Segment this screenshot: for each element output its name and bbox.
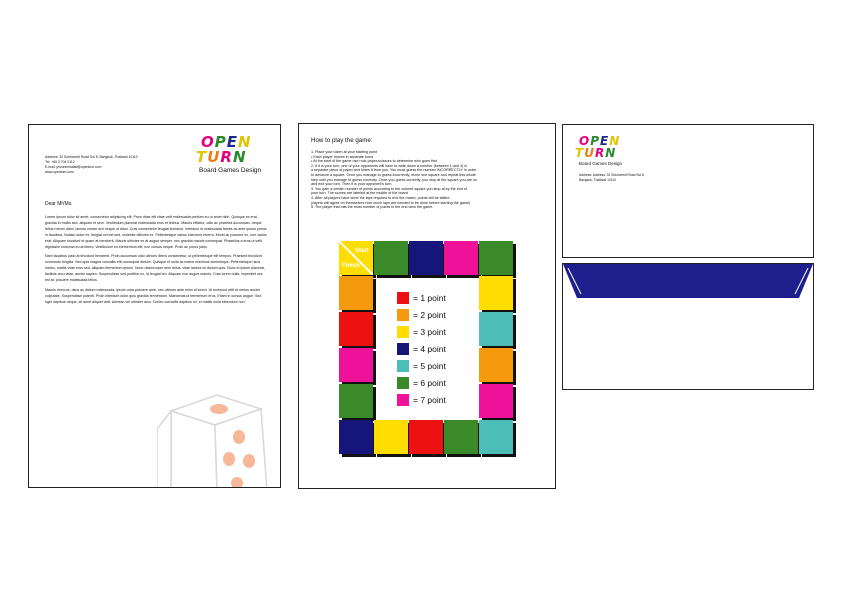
logo-letter: T [196,148,208,166]
legend-row: = 4 point [397,342,446,356]
legend-swatch [397,394,409,406]
legend-label: = 6 point [413,378,446,388]
envelope-back [562,263,814,390]
legend-label: = 7 point [413,395,446,405]
board-square [479,420,513,454]
legend-swatch [397,377,409,389]
logo-letter: U [584,146,595,160]
board-square [339,276,373,310]
start-label: Start [355,248,369,254]
letter-paragraph: Nam faucibus justo at tincidunt hendreri… [45,254,265,283]
legend-swatch [397,343,409,355]
legend-row: = 2 point [397,308,446,322]
board-square [444,420,478,454]
website-line: www.opentum.com [45,170,74,174]
address-line: Bangkok, Thailand 10110 [579,178,617,182]
board-square-start: Start Finish [339,241,373,275]
rules-sheet: How to play the game: 1. Place your toke… [298,123,556,489]
board-square [339,384,373,418]
letterhead-address: Address: 32 Sukhumvit Road Soi 8, Bangko… [45,155,138,175]
logo-line-turn: TURN [575,147,622,159]
letter-body: Lorem ipsum dolor sit amet, consectetur … [45,215,267,310]
board-square [409,420,443,454]
logo-letter: R [220,148,233,166]
board-square [479,276,513,310]
legend-row: = 6 point [397,376,446,390]
board-square [339,420,373,454]
logo-line-turn: TURN [196,150,261,165]
legend-label: = 2 point [413,310,446,320]
dice-watermark [157,394,268,487]
logo-letter: R [594,146,606,160]
legend-row: = 5 point [397,359,446,373]
legend-row: = 3 point [397,325,446,339]
board-square [479,241,513,275]
board-square [479,384,513,418]
logo-letter: U [207,148,221,166]
board-square [479,348,513,382]
legend-row: = 7 point [397,393,446,407]
board-square [339,312,373,346]
start-diagonal [339,241,373,275]
envelope-address: Address: Address: 32 Sukhumvit Road Soi … [579,173,645,183]
letter-paragraph: Mauris rhoncus, risus ac dictum malesuad… [45,287,262,304]
board-square [374,241,408,275]
letterhead-page: OPEN TURN Board Games Design Address: 32… [28,124,281,488]
legend-label: = 5 point [413,361,446,371]
envelope-flap [563,264,813,298]
legend-label: = 1 point [413,293,446,303]
board-square [479,312,513,346]
board-square [339,348,373,382]
brand-tagline: Board Games Design [579,161,623,166]
logo-letter: N [232,148,247,166]
game-board: Start Finish = 1 point = 2 point = 3 poi… [299,124,555,488]
board-square [374,420,408,454]
envelope-logo: OPEN TURN Board Games Design [575,135,623,166]
legend-row: = 1 point [397,291,446,305]
salutation: Dear Mr/Ms. [45,201,73,207]
logo-letter: N [605,146,617,160]
legend-label: = 3 point [413,327,446,337]
legend-label: = 4 point [413,344,446,354]
brand-logo: OPEN TURN Board Games Design [196,135,262,175]
envelope-front: OPEN TURN Board Games Design Address: Ad… [562,124,814,258]
legend-swatch [397,360,409,372]
board-square [409,241,443,275]
legend-swatch [397,326,409,338]
brand-tagline: Board Games Design [199,167,262,174]
legend-swatch [397,292,409,304]
logo-letter: T [575,146,585,160]
board-square [444,241,478,275]
letter-paragraph: Lorem ipsum dolor sit amet, consectetur … [45,215,267,249]
legend-swatch [397,309,409,321]
finish-label: Finish [342,263,360,269]
